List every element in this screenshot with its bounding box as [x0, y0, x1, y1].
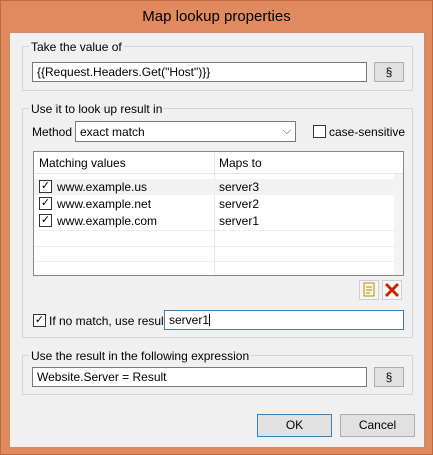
window-title: Map lookup properties: [142, 8, 291, 25]
no-match-result-value: server1: [169, 313, 210, 327]
text-cursor: [209, 314, 211, 326]
row-enabled-checkbox[interactable]: ✓: [39, 197, 52, 210]
row-maps-to-value: server1: [219, 214, 260, 228]
ok-button[interactable]: OK: [257, 414, 332, 437]
case-sensitive-checkbox[interactable]: [313, 125, 326, 138]
expression-section-button[interactable]: §: [374, 367, 404, 387]
column-header-maps-to[interactable]: Maps to: [219, 156, 262, 170]
mapping-table[interactable]: Matching values Maps to ✓ www.example.us…: [33, 151, 404, 276]
table-row[interactable]: ✓ www.example.us server3: [34, 179, 394, 195]
mapping-table-header: Matching values Maps to: [34, 152, 403, 174]
method-label: Method: [32, 125, 73, 139]
no-match-label[interactable]: If no match, use result:: [49, 314, 170, 328]
method-dropdown-value: exact match: [80, 125, 145, 139]
delete-row-button[interactable]: [382, 280, 402, 300]
no-match-result-input[interactable]: server1: [164, 310, 404, 330]
empty-row-line: [34, 230, 403, 231]
dialog-window: Map lookup properties Take the value of …: [0, 0, 433, 455]
table-scrollbar[interactable]: [394, 174, 403, 275]
method-dropdown[interactable]: exact match ⌵: [75, 121, 296, 142]
expression-group-title: Use the result in the following expressi…: [29, 349, 252, 363]
lookup-group-title: Use it to look up result in: [29, 102, 165, 116]
table-row[interactable]: ✓ www.example.com server1: [34, 213, 394, 229]
row-maps-to-value: server3: [219, 180, 260, 194]
no-match-checkbox[interactable]: ✓: [33, 314, 46, 327]
delete-x-icon: [384, 282, 400, 298]
take-value-group-title: Take the value of: [29, 40, 124, 54]
row-enabled-checkbox[interactable]: ✓: [39, 214, 52, 227]
notepad-icon: [363, 282, 375, 297]
source-expression-button[interactable]: §: [374, 62, 404, 82]
column-header-matching-values[interactable]: Matching values: [39, 156, 126, 170]
cancel-button[interactable]: Cancel: [340, 414, 415, 437]
add-row-button[interactable]: [359, 280, 379, 300]
row-enabled-checkbox[interactable]: ✓: [39, 180, 52, 193]
source-value-input[interactable]: {{Request.Headers.Get("Host")}}: [32, 62, 367, 82]
empty-row-line: [34, 246, 403, 247]
chevron-down-icon: ⌵: [282, 125, 291, 137]
row-match-value: www.example.net: [57, 197, 152, 211]
table-row[interactable]: ✓ www.example.net server2: [34, 196, 394, 212]
row-match-value: www.example.com: [57, 214, 158, 228]
row-match-value: www.example.us: [57, 180, 148, 194]
empty-row-line: [34, 261, 403, 262]
row-maps-to-value: server2: [219, 197, 260, 211]
expression-input[interactable]: Website.Server = Result: [32, 367, 367, 387]
case-sensitive-label[interactable]: case-sensitive: [329, 125, 405, 139]
